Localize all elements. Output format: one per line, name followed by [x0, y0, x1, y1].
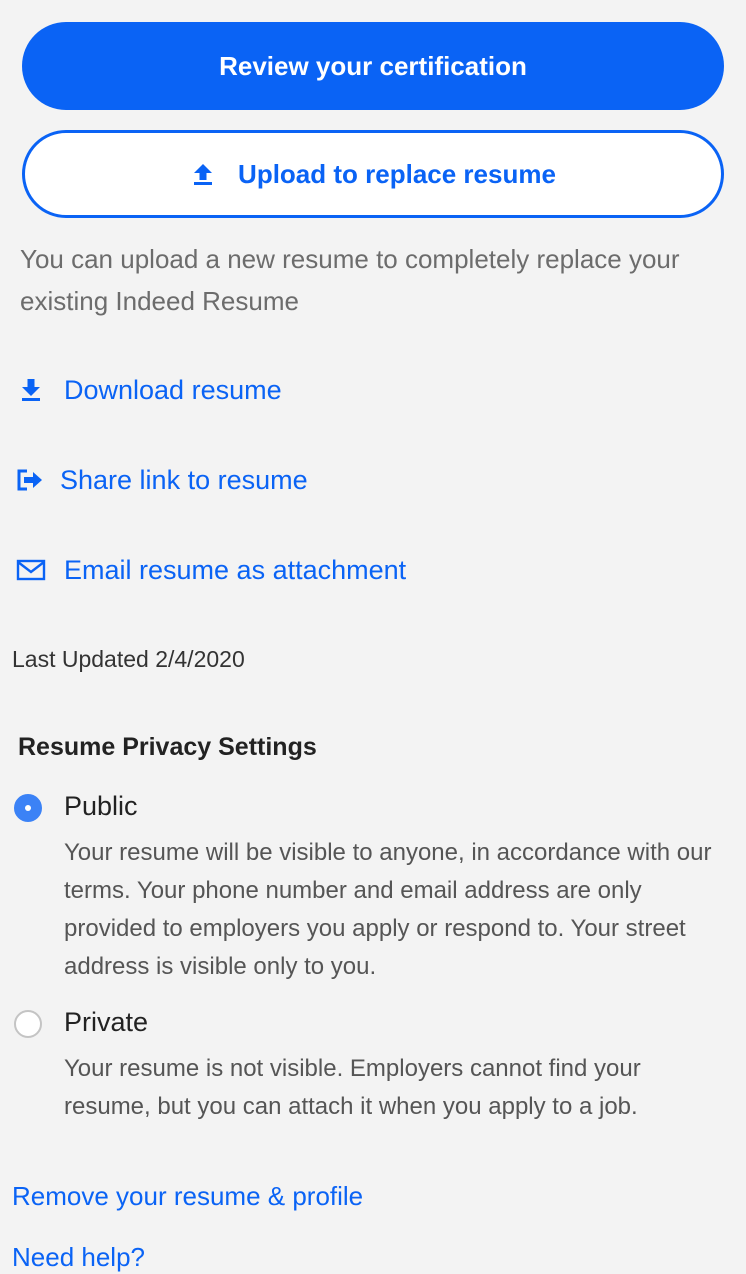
private-option-description: Your resume is not visible. Employers ca… — [64, 1055, 641, 1120]
need-help-link[interactable]: Need help? — [12, 1242, 145, 1273]
public-option-description: Your resume will be visible to anyone, i… — [64, 839, 712, 980]
download-resume-link[interactable]: Download resume — [14, 370, 282, 410]
review-certification-button[interactable]: Review your certification — [22, 22, 724, 110]
share-icon — [14, 463, 48, 497]
share-resume-link[interactable]: Share link to resume — [14, 460, 308, 500]
upload-replace-resume-label: Upload to replace resume — [238, 158, 556, 189]
share-resume-label: Share link to resume — [60, 464, 308, 495]
private-option-label[interactable]: Private — [64, 1007, 148, 1038]
remove-resume-link[interactable]: Remove your resume & profile — [12, 1181, 363, 1212]
email-icon — [14, 553, 48, 587]
upload-description: You can upload a new resume to completel… — [20, 244, 680, 316]
public-radio[interactable] — [14, 794, 42, 822]
upload-icon — [190, 161, 216, 187]
email-resume-label: Email resume as attachment — [64, 554, 407, 585]
privacy-settings-heading: Resume Privacy Settings — [18, 733, 317, 761]
download-icon — [14, 373, 48, 407]
public-option-label[interactable]: Public — [64, 791, 138, 822]
last-updated-text: Last Updated 2/4/2020 — [12, 646, 245, 672]
review-certification-label: Review your certification — [219, 50, 527, 81]
download-resume-label: Download resume — [64, 374, 282, 405]
private-radio[interactable] — [14, 1010, 42, 1038]
upload-replace-resume-button[interactable]: Upload to replace resume — [22, 130, 724, 218]
email-resume-link[interactable]: Email resume as attachment — [14, 550, 406, 590]
